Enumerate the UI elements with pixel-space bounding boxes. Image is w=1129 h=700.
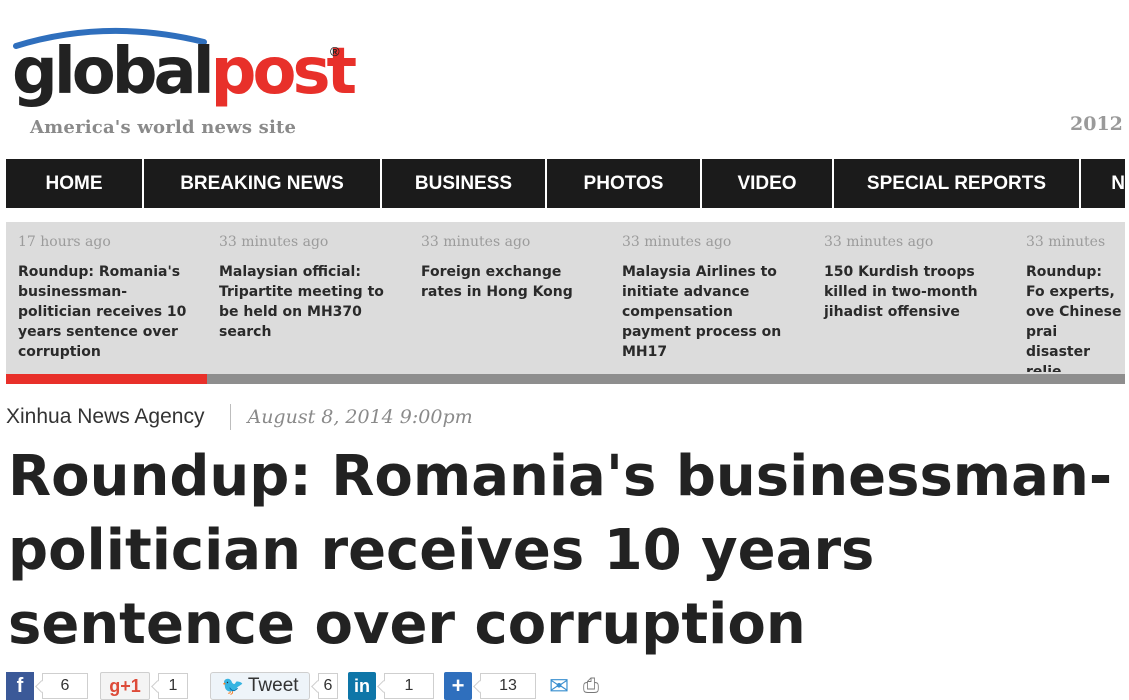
facebook-share-icon[interactable]: f	[6, 672, 34, 700]
ticker-headline[interactable]: Malaysian official: Tripartite meeting t…	[219, 262, 399, 342]
tweet-label: Tweet	[247, 675, 299, 696]
ticker-time: 33 minutes ago	[824, 234, 934, 250]
twitter-bird-icon: 🐦	[221, 675, 244, 696]
article-byline: Xinhua News Agency August 8, 2014 9:00pm	[6, 403, 473, 431]
share-bar: f 6 g+1 1 🐦 Tweet 6 in 1 + 13 ✉ ⎙	[6, 672, 606, 700]
nav-item-home[interactable]: HOME	[6, 159, 144, 208]
article-source[interactable]: Xinhua News Agency	[6, 405, 204, 429]
header-right-text: 2012 A	[1070, 113, 1129, 135]
site-header: globalpost ® America's world news site 2…	[0, 0, 1129, 158]
ticker-item[interactable]: 33 minutes ago Foreign exchange rates in…	[421, 222, 611, 372]
nav-item-video[interactable]: VIDEO	[702, 159, 834, 208]
nav-item-more[interactable]: N	[1081, 159, 1125, 208]
tweet-count: 6	[318, 673, 338, 699]
addthis-share-count: 13	[480, 673, 536, 699]
facebook-share-count: 6	[42, 673, 88, 699]
ticker-headline[interactable]: Malaysia Airlines to initiate advance co…	[622, 262, 802, 362]
main-nav: HOME BREAKING NEWS BUSINESS PHOTOS VIDEO…	[6, 159, 1125, 208]
ticker-headline[interactable]: Roundup: Romania's businessman-politicia…	[18, 262, 198, 362]
google-plus-button[interactable]: g+1	[100, 672, 150, 700]
addthis-share-icon[interactable]: +	[444, 672, 472, 700]
article-date: August 8, 2014 9:00pm	[247, 406, 473, 428]
news-ticker: 17 hours ago Roundup: Romania's business…	[6, 222, 1125, 384]
nav-item-business[interactable]: BUSINESS	[382, 159, 547, 208]
nav-item-breaking-news[interactable]: BREAKING NEWS	[144, 159, 382, 208]
tweet-button[interactable]: 🐦 Tweet	[210, 672, 310, 700]
ticker-item[interactable]: 33 minutes Roundup: Fo experts, ove Chin…	[1026, 222, 1125, 372]
ticker-item[interactable]: 33 minutes ago Malaysia Airlines to init…	[622, 222, 812, 372]
nav-item-photos[interactable]: PHOTOS	[547, 159, 702, 208]
byline-divider	[230, 404, 232, 430]
google-plus-count: 1	[158, 673, 188, 699]
ticker-item[interactable]: 17 hours ago Roundup: Romania's business…	[18, 222, 208, 372]
ticker-time: 33 minutes	[1026, 234, 1106, 250]
ticker-item[interactable]: 33 minutes ago Malaysian official: Tripa…	[219, 222, 409, 372]
ticker-time: 17 hours ago	[18, 234, 111, 250]
registered-mark: ®	[330, 44, 340, 59]
logo-global: global	[12, 35, 215, 109]
linkedin-share-count: 1	[384, 673, 434, 699]
email-icon[interactable]: ✉	[544, 672, 574, 700]
ticker-headline[interactable]: Roundup: Fo experts, ove Chinese prai di…	[1026, 262, 1125, 372]
ticker-progress-bar	[6, 374, 1125, 384]
article-headline: Roundup: Romania's businessman-politicia…	[8, 444, 1113, 657]
nav-item-special-reports[interactable]: SPECIAL REPORTS	[834, 159, 1081, 208]
site-logo[interactable]: globalpost	[12, 40, 357, 104]
ticker-time: 33 minutes ago	[622, 234, 732, 250]
ticker-headline[interactable]: Foreign exchange rates in Hong Kong	[421, 262, 601, 302]
ticker-time: 33 minutes ago	[219, 234, 329, 250]
ticker-time: 33 minutes ago	[421, 234, 531, 250]
ticker-progress-fill	[6, 374, 208, 384]
linkedin-share-icon[interactable]: in	[348, 672, 376, 700]
ticker-headline[interactable]: 150 Kurdish troops killed in two-month j…	[824, 262, 1004, 322]
print-icon[interactable]: ⎙	[576, 672, 606, 700]
site-tagline: America's world news site	[30, 117, 297, 138]
ticker-item[interactable]: 33 minutes ago 150 Kurdish troops killed…	[824, 222, 1014, 372]
